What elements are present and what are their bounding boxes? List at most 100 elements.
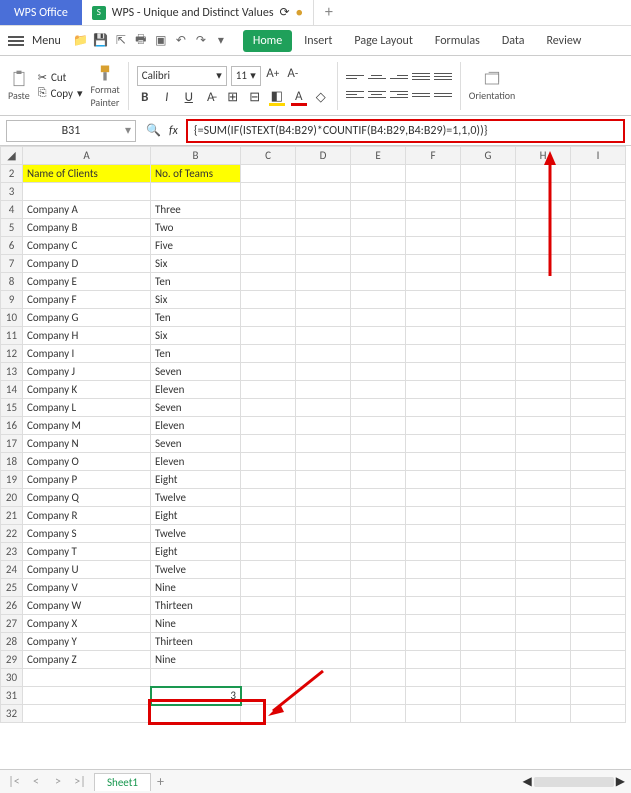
increase-font-icon[interactable]: A+ xyxy=(265,66,281,82)
cell[interactable]: Company R xyxy=(23,507,151,525)
row-header[interactable]: 3 xyxy=(1,183,23,201)
spreadsheet-grid[interactable]: ◢ABCDEFGHI2Name of ClientsNo. of Teams34… xyxy=(0,146,626,723)
cell[interactable] xyxy=(406,633,461,651)
cell[interactable] xyxy=(351,561,406,579)
cell[interactable] xyxy=(351,381,406,399)
cell[interactable] xyxy=(461,561,516,579)
col-header-B[interactable]: B xyxy=(151,147,241,165)
scroll-left-icon[interactable]: ◀ xyxy=(523,774,532,789)
row-header[interactable]: 19 xyxy=(1,471,23,489)
cell[interactable] xyxy=(296,525,351,543)
row-header[interactable]: 7 xyxy=(1,255,23,273)
cell[interactable]: Company K xyxy=(23,381,151,399)
cell[interactable] xyxy=(241,471,296,489)
cell[interactable] xyxy=(406,669,461,687)
cell[interactable] xyxy=(296,543,351,561)
cell[interactable] xyxy=(351,237,406,255)
cell[interactable] xyxy=(516,615,571,633)
cell[interactable]: Company A xyxy=(23,201,151,219)
col-header-A[interactable]: A xyxy=(23,147,151,165)
cell[interactable] xyxy=(241,525,296,543)
cell[interactable] xyxy=(461,435,516,453)
cut-button[interactable]: ✂Cut xyxy=(38,71,83,84)
cell[interactable] xyxy=(296,417,351,435)
cell[interactable] xyxy=(23,687,151,705)
cell[interactable] xyxy=(516,345,571,363)
export-icon[interactable]: ⇱ xyxy=(113,33,129,49)
cell[interactable] xyxy=(23,183,151,201)
cell[interactable]: No. of Teams xyxy=(151,165,241,183)
cell[interactable]: Company Y xyxy=(23,633,151,651)
cell[interactable] xyxy=(571,615,626,633)
cell[interactable] xyxy=(516,579,571,597)
cell[interactable] xyxy=(571,489,626,507)
cell[interactable] xyxy=(406,489,461,507)
select-all-cell[interactable]: ◢ xyxy=(1,147,23,165)
cell[interactable] xyxy=(151,705,241,723)
sheet-nav-prev[interactable]: < xyxy=(28,775,44,789)
cell[interactable] xyxy=(351,615,406,633)
cell[interactable] xyxy=(571,237,626,255)
cell[interactable] xyxy=(461,165,516,183)
cell[interactable] xyxy=(241,561,296,579)
row-header[interactable]: 18 xyxy=(1,453,23,471)
cell[interactable]: Seven xyxy=(151,399,241,417)
cell[interactable] xyxy=(241,489,296,507)
cell[interactable] xyxy=(406,687,461,705)
row-header[interactable]: 2 xyxy=(1,165,23,183)
cell[interactable] xyxy=(241,201,296,219)
cell[interactable]: Company W xyxy=(23,597,151,615)
cell[interactable] xyxy=(351,165,406,183)
cell[interactable] xyxy=(351,327,406,345)
cell[interactable] xyxy=(241,579,296,597)
cell[interactable] xyxy=(241,597,296,615)
cell[interactable]: Company N xyxy=(23,435,151,453)
cell[interactable] xyxy=(516,489,571,507)
cell[interactable] xyxy=(296,237,351,255)
cell[interactable] xyxy=(516,291,571,309)
cell[interactable]: Seven xyxy=(151,363,241,381)
cell[interactable] xyxy=(571,525,626,543)
cell[interactable] xyxy=(571,273,626,291)
cell[interactable]: Six xyxy=(151,291,241,309)
cell[interactable] xyxy=(241,651,296,669)
cell[interactable] xyxy=(296,219,351,237)
cell[interactable] xyxy=(461,543,516,561)
col-header-E[interactable]: E xyxy=(351,147,406,165)
fill-color-button[interactable]: ◧ xyxy=(269,90,285,106)
cell[interactable]: Company X xyxy=(23,615,151,633)
col-header-G[interactable]: G xyxy=(461,147,516,165)
sheet-nav-last[interactable]: >| xyxy=(72,775,88,789)
italic-button[interactable]: I xyxy=(159,90,175,106)
cell[interactable]: Nine xyxy=(151,579,241,597)
cell[interactable]: Company H xyxy=(23,327,151,345)
cell[interactable] xyxy=(571,291,626,309)
cell[interactable] xyxy=(406,309,461,327)
cell[interactable] xyxy=(296,201,351,219)
cell[interactable]: Six xyxy=(151,327,241,345)
cell[interactable]: Company M xyxy=(23,417,151,435)
print-icon[interactable]: 🖶 xyxy=(133,33,149,49)
cell[interactable] xyxy=(241,543,296,561)
cell[interactable] xyxy=(406,615,461,633)
cell[interactable] xyxy=(461,291,516,309)
cell[interactable]: Company V xyxy=(23,579,151,597)
cell[interactable] xyxy=(406,453,461,471)
cell[interactable] xyxy=(461,345,516,363)
cell[interactable] xyxy=(406,219,461,237)
cell[interactable]: Thirteen xyxy=(151,597,241,615)
cell[interactable]: Eight xyxy=(151,507,241,525)
cell[interactable] xyxy=(296,291,351,309)
fx-icon[interactable]: fx xyxy=(169,124,178,138)
cell[interactable] xyxy=(351,417,406,435)
cell[interactable]: 3 xyxy=(151,687,241,705)
cell[interactable] xyxy=(351,453,406,471)
row-header[interactable]: 17 xyxy=(1,435,23,453)
cell[interactable] xyxy=(571,309,626,327)
row-header[interactable]: 26 xyxy=(1,597,23,615)
cell[interactable] xyxy=(351,399,406,417)
cell[interactable]: Eight xyxy=(151,543,241,561)
align-middle-button[interactable] xyxy=(368,70,386,84)
cell[interactable] xyxy=(23,705,151,723)
cell[interactable]: Eight xyxy=(151,471,241,489)
